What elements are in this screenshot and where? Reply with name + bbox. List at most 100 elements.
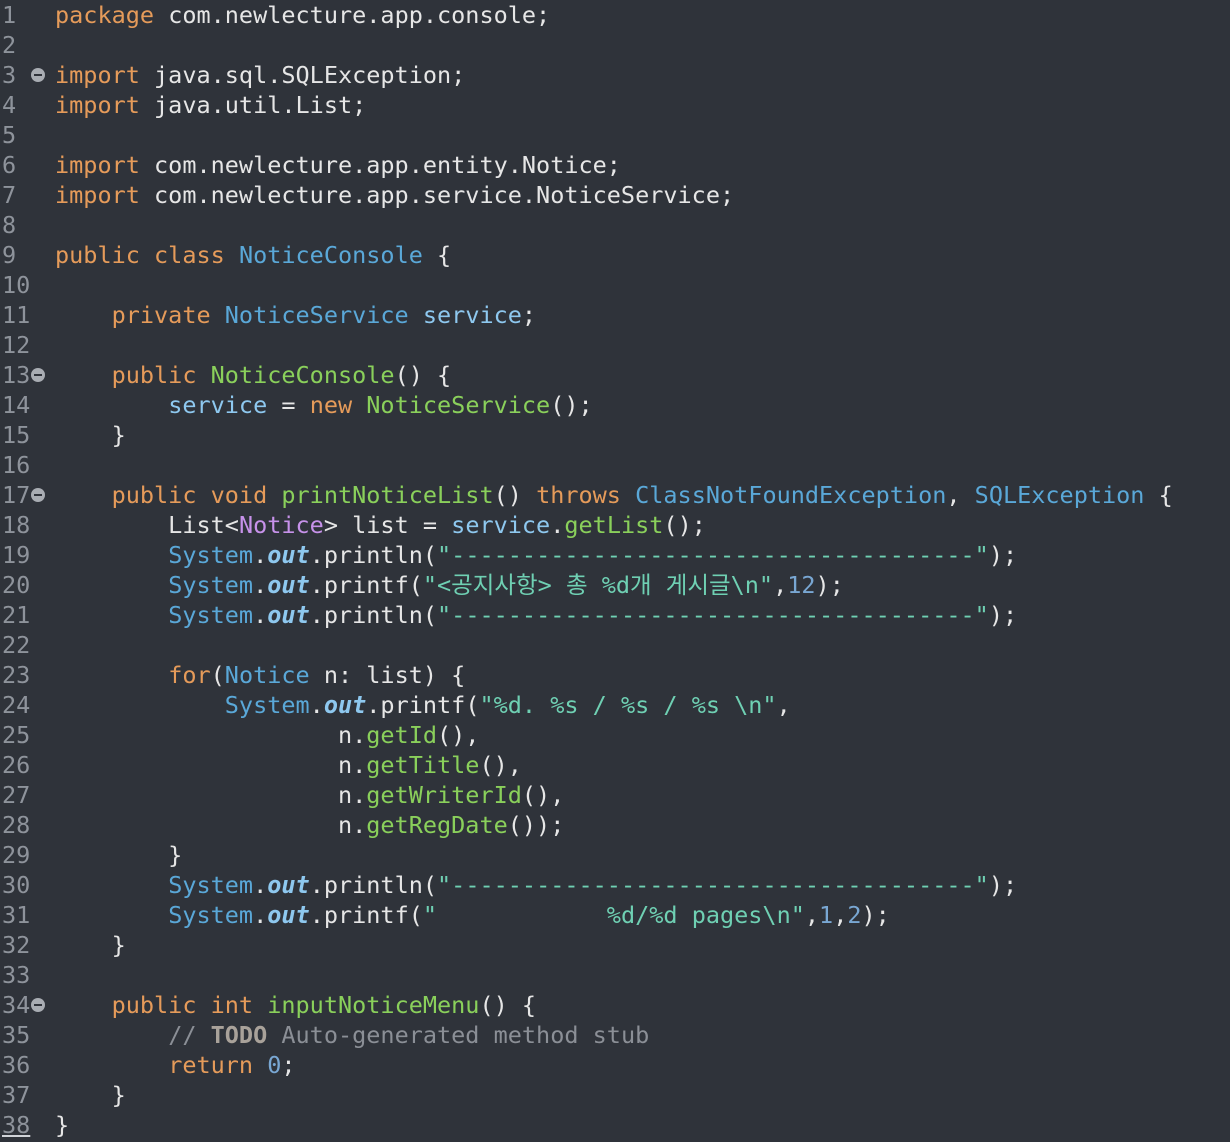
code-token: "-------------------------------------" — [437, 871, 989, 899]
code-token: ; — [521, 301, 537, 329]
code-token: SQLException — [974, 481, 1145, 509]
code-text: // TODO Auto-generated method stub — [55, 1020, 649, 1050]
line-gutter: 23 — [0, 660, 52, 690]
code-line[interactable]: 12 — [0, 330, 1230, 360]
code-line[interactable]: 18 List<Notice> list = service.getList()… — [0, 510, 1230, 540]
line-number: 33 — [2, 961, 31, 989]
code-text: System.out.printf("%d. %s / %s / %s \n", — [55, 690, 791, 720]
code-text: } — [55, 1110, 69, 1140]
line-number: 13 — [2, 361, 31, 389]
code-line[interactable]: 6 import com.newlecture.app.entity.Notice… — [0, 150, 1230, 180]
code-text: import com.newlecture.app.service.Notice… — [55, 180, 734, 210]
code-text: private NoticeService service; — [55, 300, 536, 330]
code-line[interactable]: 34 public int inputNoticeMenu() { — [0, 990, 1230, 1020]
code-token: () { — [394, 361, 452, 389]
line-number: 12 — [2, 331, 31, 359]
code-line[interactable]: 7 import com.newlecture.app.service.Notic… — [0, 180, 1230, 210]
code-line[interactable]: 35 // TODO Auto-generated method stub — [0, 1020, 1230, 1050]
code-line[interactable]: 23 for(Notice n: list) { — [0, 660, 1230, 690]
code-token: import — [55, 91, 140, 119]
code-token: Notice — [224, 661, 310, 689]
line-number: 36 — [2, 1051, 31, 1079]
code-line[interactable]: 24 System.out.printf("%d. %s / %s / %s \… — [0, 690, 1230, 720]
line-gutter: 24 — [0, 690, 52, 720]
code-line[interactable]: 19 System.out.println("-----------------… — [0, 540, 1230, 570]
line-gutter: 35 — [0, 1020, 52, 1050]
line-number: 10 — [2, 271, 31, 299]
collapse-fold-icon[interactable] — [31, 68, 45, 82]
code-line[interactable]: 36 return 0; — [0, 1050, 1230, 1080]
code-line[interactable]: 1 package com.newlecture.app.console; — [0, 0, 1230, 30]
code-line[interactable]: 27 n.getWriterId(), — [0, 780, 1230, 810]
code-line[interactable]: 11 private NoticeService service; — [0, 300, 1230, 330]
code-text: System.out.println("--------------------… — [55, 870, 1017, 900]
code-editor[interactable]: 1 package com.newlecture.app.console; 2 3 im… — [0, 0, 1230, 1142]
code-token: ; — [281, 1051, 296, 1079]
line-gutter: 1 — [0, 0, 52, 30]
code-line[interactable]: 15 } — [0, 420, 1230, 450]
collapse-fold-icon[interactable] — [31, 488, 45, 502]
line-gutter: 22 — [0, 630, 52, 660]
code-line[interactable]: 29 } — [0, 840, 1230, 870]
code-text: n.getId(), — [55, 720, 480, 750]
code-token: () — [493, 481, 537, 509]
code-line[interactable]: 21 System.out.println("-----------------… — [0, 600, 1230, 630]
code-token: 1 — [819, 901, 834, 929]
line-number: 8 — [2, 211, 17, 239]
code-token: " %d/%d pages\n" — [422, 901, 805, 929]
code-line[interactable]: 28 n.getRegDate()); — [0, 810, 1230, 840]
code-line[interactable]: 38} — [0, 1110, 1230, 1140]
code-line[interactable]: 3 import java.sql.SQLException; — [0, 60, 1230, 90]
code-token: .println( — [309, 601, 438, 629]
code-line[interactable]: 4 import java.util.List; — [0, 90, 1230, 120]
line-gutter: 7 — [0, 180, 52, 210]
code-line[interactable]: 32 } — [0, 930, 1230, 960]
line-gutter: 32 — [0, 930, 52, 960]
code-line[interactable]: 14 service = new NoticeService(); — [0, 390, 1230, 420]
code-text: for(Notice n: list) { — [55, 660, 465, 690]
line-gutter: 19 — [0, 540, 52, 570]
line-number: 14 — [2, 391, 31, 419]
line-number: 1 — [2, 1, 17, 29]
code-line[interactable]: 22 — [0, 630, 1230, 660]
code-token: inputNoticeMenu — [267, 991, 480, 1019]
code-line[interactable]: 16 — [0, 450, 1230, 480]
code-token: .println( — [309, 871, 438, 899]
code-token: service — [422, 301, 522, 329]
code-token: (), — [479, 751, 522, 779]
code-token: getTitle — [366, 751, 480, 779]
code-line[interactable]: 37 } — [0, 1080, 1230, 1110]
code-line[interactable]: 9 public class NoticeConsole { — [0, 240, 1230, 270]
code-token: getId — [366, 721, 438, 749]
line-gutter: 18 — [0, 510, 52, 540]
code-line[interactable]: 33 — [0, 960, 1230, 990]
collapse-fold-icon[interactable] — [31, 368, 45, 382]
code-token: public — [111, 361, 211, 389]
code-line[interactable]: 2 — [0, 30, 1230, 60]
line-gutter: 3 — [0, 60, 52, 90]
code-line[interactable]: 8 — [0, 210, 1230, 240]
code-token: .printf( — [309, 901, 423, 929]
code-line[interactable]: 25 n.getId(), — [0, 720, 1230, 750]
code-line[interactable]: 26 n.getTitle(), — [0, 750, 1230, 780]
line-number: 27 — [2, 781, 31, 809]
code-line[interactable]: 13 public NoticeConsole() { — [0, 360, 1230, 390]
code-line[interactable]: 20 System.out.printf("<공지사항> 총 %d개 게시글\n… — [0, 570, 1230, 600]
code-token: public void — [111, 481, 282, 509]
line-number: 18 — [2, 511, 31, 539]
code-token: } — [55, 1081, 126, 1109]
collapse-fold-icon[interactable] — [31, 998, 45, 1012]
code-line[interactable]: 5 — [0, 120, 1230, 150]
code-line[interactable]: 30 System.out.println("-----------------… — [0, 870, 1230, 900]
code-text: import java.util.List; — [55, 90, 366, 120]
code-line[interactable]: 31 System.out.printf(" %d/%d pages\n",1,… — [0, 900, 1230, 930]
line-gutter: 13 — [0, 360, 52, 390]
line-gutter: 17 — [0, 480, 52, 510]
code-line[interactable]: 10 — [0, 270, 1230, 300]
code-line[interactable]: 17 public void printNoticeList() throws … — [0, 480, 1230, 510]
line-gutter: 31 — [0, 900, 52, 930]
line-gutter: 28 — [0, 810, 52, 840]
